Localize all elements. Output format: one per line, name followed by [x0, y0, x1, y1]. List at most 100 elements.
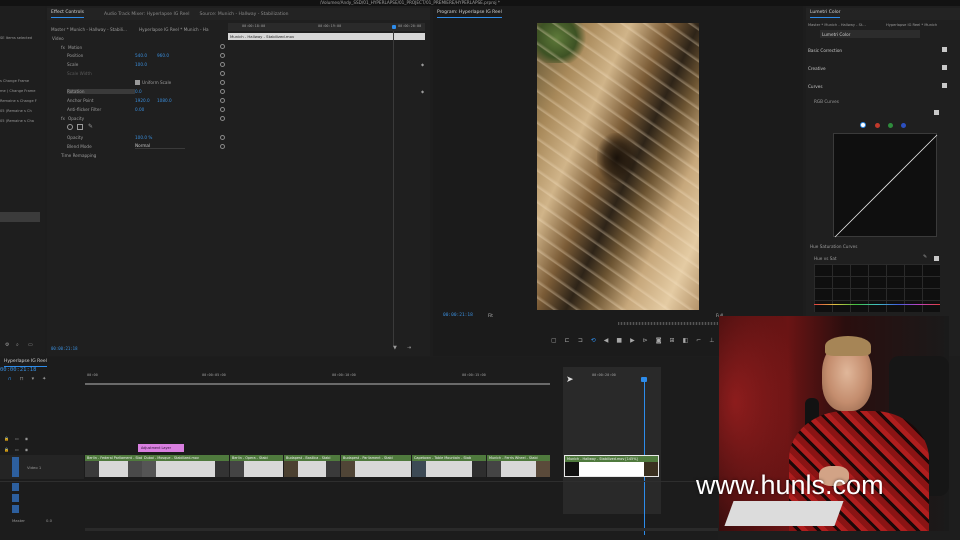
- master-clip-label[interactable]: Master * Munich - Hallway - Stabili...: [51, 25, 127, 33]
- search-icon[interactable]: ⌕: [16, 342, 19, 348]
- camera-icon[interactable]: ◙: [656, 337, 662, 345]
- rgb-curve-graph[interactable]: [833, 133, 938, 238]
- v3-eye-icon[interactable]: ◉: [25, 436, 29, 441]
- v2-eye-icon[interactable]: ◉: [25, 447, 29, 452]
- uniform-scale-checkbox[interactable]: [135, 79, 140, 85]
- rewind-icon[interactable]: ◀: [604, 337, 609, 345]
- anti-flicker-value[interactable]: 0.00: [135, 107, 144, 112]
- ec-clip-bar[interactable]: Munich - Hallway - Stabilized.mov: [228, 33, 425, 40]
- ec-export-icon[interactable]: ⇥: [407, 345, 411, 351]
- rgb-curves-label[interactable]: RGB Curves: [814, 97, 839, 105]
- reset-rotation-icon[interactable]: [220, 89, 225, 94]
- hue-sat-curves-label[interactable]: Hue Saturation Curves: [810, 242, 857, 250]
- ec-timecode[interactable]: 00:00:21:18: [51, 346, 78, 351]
- row-uniform-scale[interactable]: Uniform Scale: [135, 78, 171, 86]
- project-selected-row[interactable]: [0, 212, 40, 222]
- settings-wrench-icon[interactable]: ✦: [42, 376, 46, 382]
- row-time-remapping[interactable]: Time Remapping: [61, 151, 96, 159]
- v2-sync-icon[interactable]: ▭: [15, 447, 19, 452]
- section-curves[interactable]: Curves: [808, 82, 823, 90]
- row-rotation[interactable]: Rotation 0.0: [67, 87, 142, 95]
- reset-opacity-section-icon[interactable]: [220, 116, 225, 121]
- curve-white-dot[interactable]: [860, 122, 866, 128]
- snap-icon[interactable]: ∩: [8, 376, 12, 382]
- curve-red-dot[interactable]: [875, 123, 880, 128]
- v3-lock-icon[interactable]: 🔒: [4, 436, 9, 441]
- row-opacity[interactable]: Opacity 100.0 %: [67, 133, 152, 141]
- blend-mode-select[interactable]: Normal: [135, 143, 185, 149]
- go-to-in-icon[interactable]: ⊐: [578, 337, 583, 345]
- row-anti-flicker[interactable]: Anti-flicker Filter 0.00: [67, 105, 144, 113]
- ec-ruler[interactable]: 00:00:18:00 00:00:19:00 00:00:20:00: [228, 23, 425, 31]
- curves-checkbox[interactable]: [942, 83, 947, 88]
- row-anchor-point[interactable]: Anchor Point 1920.0 1080.0: [67, 96, 172, 104]
- reset-blend-icon[interactable]: [220, 144, 225, 149]
- clip-berlin-opera[interactable]: Berlin - Opera - Stabi: [230, 455, 283, 477]
- export-frame-icon[interactable]: ⊥: [709, 337, 714, 345]
- section-creative[interactable]: Creative: [808, 64, 826, 72]
- opacity-value[interactable]: 100.0 %: [135, 135, 152, 140]
- linked-icon[interactable]: ⊓: [20, 376, 24, 382]
- tab-effect-controls[interactable]: Effect Controls: [51, 10, 84, 18]
- reset-uniform-icon[interactable]: [220, 80, 225, 85]
- hue-sat-checkbox[interactable]: [934, 256, 939, 261]
- lumetri-preset-select[interactable]: Lumetri Color: [820, 30, 920, 38]
- folder-icon[interactable]: ▭: [28, 342, 33, 348]
- compare-icon[interactable]: ⊞: [670, 337, 675, 345]
- clip-budapest-parliament[interactable]: Budapest - Parliament - Stabi: [341, 455, 411, 477]
- ec-filter-icon[interactable]: ▼: [393, 345, 397, 351]
- program-video-frame[interactable]: [537, 23, 699, 310]
- clip-budapest-basilica[interactable]: Budapest - Basilica - Stabi: [284, 455, 340, 477]
- go-to-out-icon[interactable]: ⊳: [643, 337, 648, 345]
- playhead-handle[interactable]: [641, 377, 647, 382]
- clip-munich-hallway[interactable]: Munich - Hallway - Stabilized.mov [145%]: [564, 455, 659, 477]
- tab-audio-track-mixer[interactable]: Audio Track Mixer: Hyperlapse IG Reel: [104, 12, 189, 17]
- adjustment-layer-clip[interactable]: Adjustment Layer: [138, 444, 184, 452]
- anchor-x[interactable]: 1920.0: [135, 98, 157, 103]
- curve-blue-dot[interactable]: [901, 123, 906, 128]
- position-x[interactable]: 540.0: [135, 53, 157, 58]
- sequence-clip-label[interactable]: Hyperlapse IG Reel * Munich - Ha: [139, 25, 209, 33]
- step-forward-icon[interactable]: ▶: [630, 337, 635, 345]
- anchor-y[interactable]: 1080.0: [157, 98, 172, 103]
- project-item-2[interactable]: s Change Frame: [0, 79, 29, 83]
- v3-sync-icon[interactable]: ▭: [15, 436, 19, 441]
- project-item-5[interactable]: 05 (Remaine s Ch: [0, 109, 32, 113]
- v2-lock-icon[interactable]: 🔒: [4, 447, 9, 452]
- mask-ellipse-icon[interactable]: [67, 124, 73, 130]
- work-area-bar[interactable]: [85, 383, 550, 385]
- program-timecode[interactable]: 00:00:21:18: [443, 313, 473, 318]
- program-scrub-bar[interactable]: [618, 322, 718, 325]
- keyframe-nav-icon-2[interactable]: ◆: [421, 89, 424, 94]
- reset-scale-width-icon[interactable]: [220, 71, 225, 76]
- reset-position-icon[interactable]: [220, 53, 225, 58]
- reset-scale-icon[interactable]: [220, 62, 225, 67]
- project-item-3[interactable]: me ) Change Frame: [0, 89, 36, 93]
- clip-berlin-parliament[interactable]: Berlin - Federal Parliament - Stabil: [85, 455, 142, 477]
- keyframe-nav-icon[interactable]: ◆: [421, 62, 424, 67]
- row-position[interactable]: Position 540.0 960.0: [67, 51, 169, 59]
- safe-margins-icon[interactable]: ⌐: [696, 337, 701, 345]
- timeline-timecode[interactable]: 00:00:21:18: [0, 367, 36, 373]
- lumetri-sequence-label[interactable]: Hyperlapse IG Reel * Munich: [886, 21, 937, 29]
- clip-dubai-mosque[interactable]: Dubai - Mosque - Stabilized.mov: [142, 455, 229, 477]
- eyedropper-icon[interactable]: ✎: [923, 254, 927, 260]
- tab-program[interactable]: Program: Hyperlapse IG Reel: [437, 10, 502, 18]
- reset-anchor-icon[interactable]: [220, 98, 225, 103]
- section-basic-correction[interactable]: Basic Correction: [808, 46, 842, 54]
- program-fit-select[interactable]: Fit: [488, 313, 493, 318]
- marker-icon[interactable]: ▾: [32, 376, 35, 382]
- lumetri-master-label[interactable]: Master * Munich - Hallway - St...: [808, 21, 866, 29]
- project-item-4[interactable]: Remaine s Change F: [0, 99, 37, 103]
- position-y[interactable]: 960.0: [157, 53, 169, 58]
- ec-playhead-marker[interactable]: [392, 25, 396, 29]
- mask-pen-icon[interactable]: ✎: [88, 123, 93, 130]
- curve-green-dot[interactable]: [888, 123, 893, 128]
- reset-motion-icon[interactable]: [220, 44, 225, 49]
- v1-target[interactable]: [12, 457, 19, 477]
- vr-icon[interactable]: ◧: [683, 337, 689, 345]
- basic-correction-checkbox[interactable]: [942, 47, 947, 52]
- project-item-6[interactable]: 05 (Remaine s Cha: [0, 119, 34, 123]
- mark-out-icon[interactable]: ⊏: [565, 337, 570, 345]
- clip-capetown-table-mountain[interactable]: Capetown - Table Mountain - Stab: [412, 455, 486, 477]
